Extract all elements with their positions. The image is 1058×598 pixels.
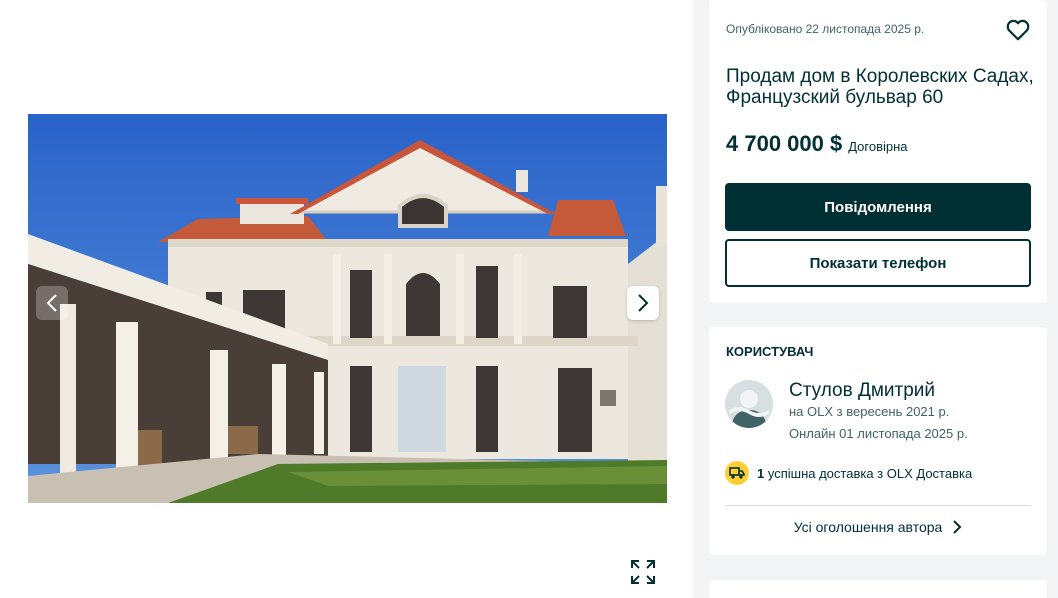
negotiable-label: Договірна (848, 139, 908, 154)
favorite-button[interactable] (1005, 17, 1031, 43)
ad-details-card: Опубліковано 22 листопада 2025 р. Продам… (709, 0, 1047, 303)
all-ads-label: Усі оголошення автора (793, 519, 943, 535)
delivery-truck-icon (725, 461, 749, 485)
delivery-count: 1 (757, 465, 765, 481)
delivery-text: успішна доставка з OLX Доставка (767, 465, 973, 481)
avatar-icon (725, 380, 773, 428)
message-button[interactable]: Повідомлення (725, 183, 1031, 231)
chevron-right-icon (638, 294, 649, 312)
user-member-since: на OLX з вересень 2021 р. (789, 404, 950, 419)
listing-photo[interactable] (28, 114, 667, 503)
price-row: 4 700 000 $ Договірна (726, 131, 908, 157)
prev-photo-button[interactable] (36, 286, 68, 320)
fullscreen-button[interactable] (627, 556, 659, 588)
user-name[interactable]: Стулов Дмитрий (789, 380, 935, 402)
chevron-right-icon (953, 520, 962, 534)
published-date: Опубліковано 22 листопада 2025 р. (726, 22, 925, 36)
next-card (709, 580, 1047, 598)
divider (725, 505, 1031, 506)
photo-gallery (0, 0, 693, 598)
next-photo-button[interactable] (627, 286, 659, 320)
delivery-info: 1 успішна доставка з OLX Доставка (725, 461, 972, 485)
chevron-left-icon (46, 294, 57, 312)
house-photo-illustration (28, 114, 667, 503)
expand-icon (631, 560, 655, 584)
avatar[interactable] (725, 380, 773, 428)
user-last-online: Онлайн 01 листопада 2025 р. (789, 426, 968, 441)
ad-title: Продам дом в Королевских Садах, Французс… (726, 66, 1034, 108)
heart-icon (1006, 19, 1030, 41)
seller-card: КОРИСТУВАЧ Стулов Дмитрий на OLX з верес… (709, 327, 1047, 555)
price: 4 700 000 $ (726, 131, 843, 156)
section-title: КОРИСТУВАЧ (726, 344, 814, 359)
all-author-ads-link[interactable]: Усі оголошення автора (709, 519, 1047, 535)
show-phone-button[interactable]: Показати телефон (725, 239, 1031, 287)
